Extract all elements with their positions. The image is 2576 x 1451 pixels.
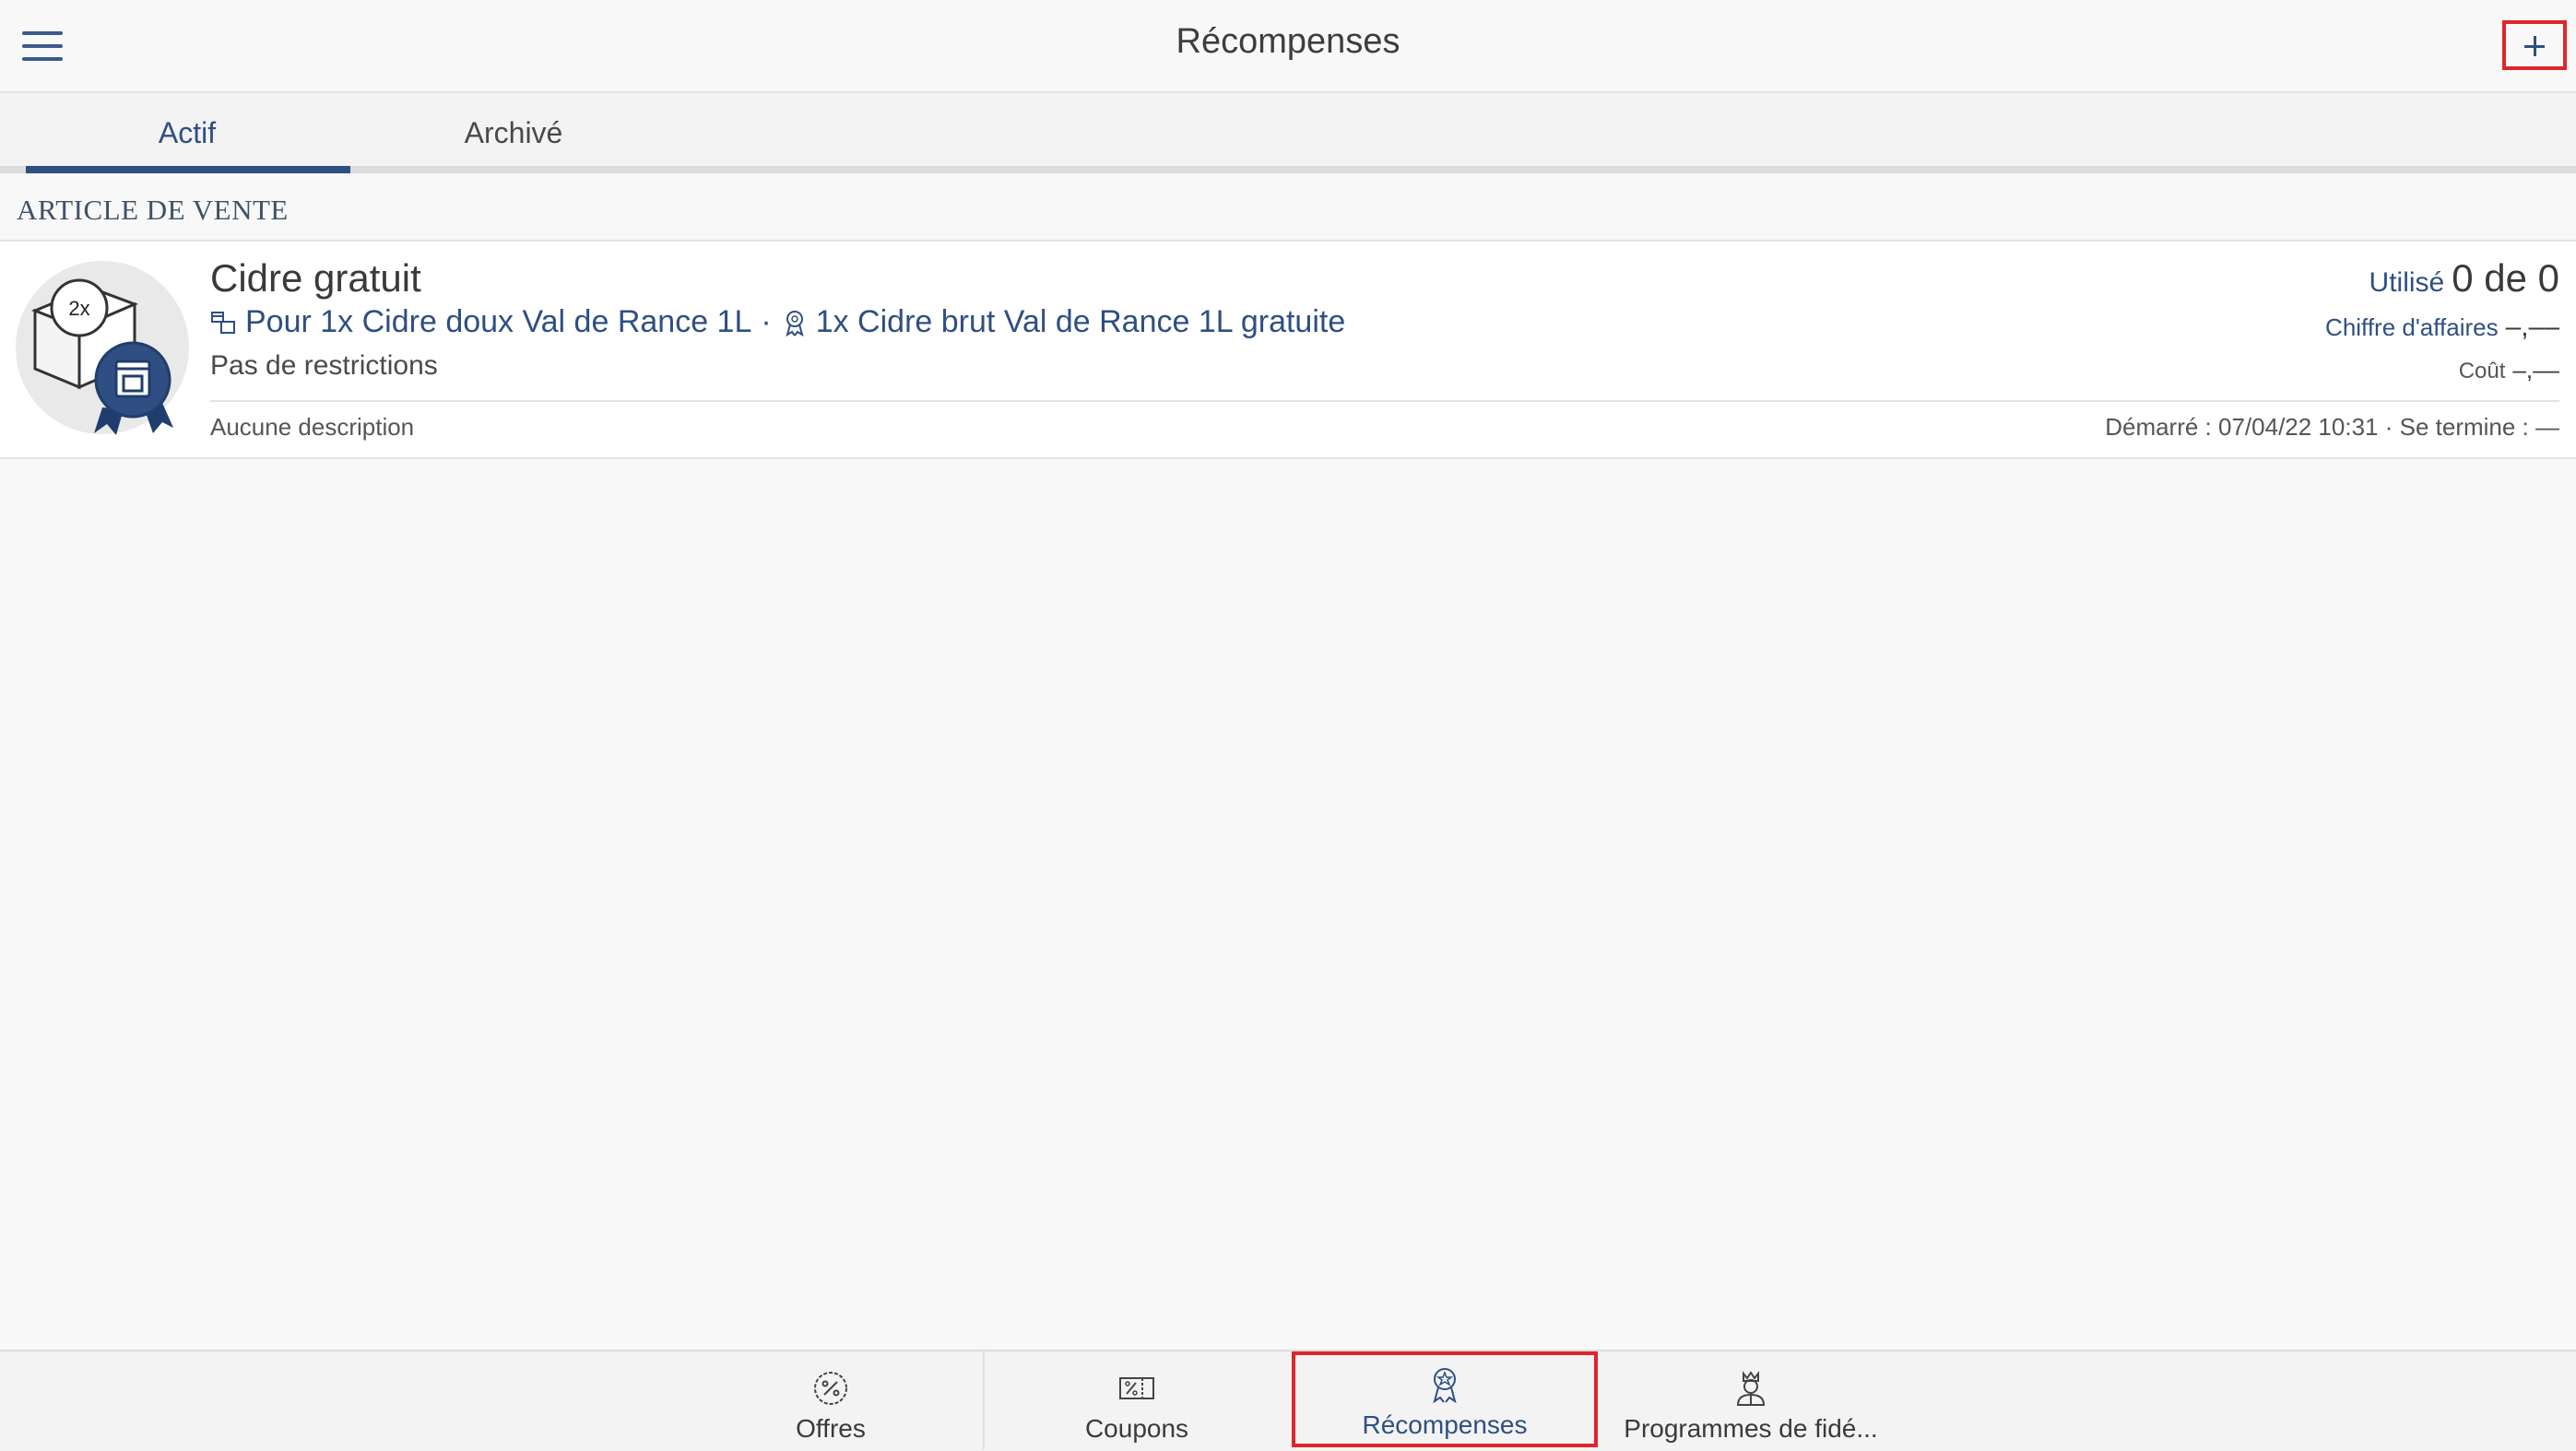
tab-actif[interactable]: Actif — [26, 93, 349, 172]
reward-description: Aucune description — [210, 413, 415, 441]
reward-title: Cidre gratuit — [210, 256, 421, 300]
rule-separator: · — [761, 304, 772, 339]
svg-text:2x: 2x — [68, 297, 89, 320]
coupon-icon — [1119, 1377, 1154, 1399]
nav-label-coupons: Coupons — [1084, 1414, 1189, 1443]
usage-label: Utilisé — [2369, 267, 2445, 298]
revenue-label: Chiffre d'affaires — [2325, 313, 2499, 341]
revenue-value: –,–– — [2505, 312, 2559, 342]
nav-item-programmes-fidelite[interactable]: Programmes de fidé... — [1598, 1351, 1904, 1447]
award-ribbon-icon — [1433, 1368, 1457, 1404]
reward-list-item[interactable]: 2x Cidre gratuit Pour 1x Cidre doux Val … — [0, 240, 2576, 459]
active-tab-indicator — [26, 166, 350, 173]
revenue-stat: Chiffre d'affaires –,–– — [2325, 312, 2559, 343]
nav-label-offres: Offres — [796, 1414, 866, 1443]
tab-archive[interactable]: Archivé — [352, 93, 675, 172]
page-title: Récompenses — [1176, 22, 1400, 61]
add-reward-button[interactable] — [2502, 20, 2567, 70]
nav-item-coupons[interactable]: Coupons — [984, 1351, 1290, 1447]
reward-product-illustration: 2x — [16, 261, 189, 435]
nav-item-recompenses[interactable]: Récompenses — [1292, 1351, 1598, 1447]
nav-label-recompenses: Récompenses — [1362, 1410, 1528, 1439]
boxes-icon — [211, 311, 235, 334]
cost-value: –,–– — [2512, 356, 2559, 383]
cost-stat: Coût –,–– — [2459, 356, 2559, 384]
reward-restrictions: Pas de restrictions — [210, 350, 438, 381]
reward-rule: Pour 1x Cidre doux Val de Rance 1L · 1x … — [210, 304, 1345, 340]
usage-value: 0 de 0 — [2452, 256, 2559, 300]
reward-benefit: 1x Cidre brut Val de Rance 1L gratuite — [815, 304, 1346, 339]
percent-badge-icon — [814, 1372, 847, 1405]
award-ribbon-icon — [786, 310, 804, 336]
cost-label: Coût — [2458, 359, 2506, 383]
reward-dates: Démarré : 07/04/22 10:31 · Se termine : … — [2105, 413, 2559, 441]
nav-label-programmes-fidelite: Programmes de fidé... — [1624, 1414, 1878, 1443]
card-divider — [210, 400, 2559, 402]
section-header: ARTICLE DE VENTE — [17, 194, 289, 226]
usage-stat: Utilisé 0 de 0 — [2369, 256, 2559, 301]
nav-item-offres[interactable]: Offres — [678, 1351, 984, 1447]
reward-condition: Pour 1x Cidre doux Val de Rance 1L — [245, 304, 752, 339]
loyalty-person-icon — [1736, 1371, 1766, 1406]
